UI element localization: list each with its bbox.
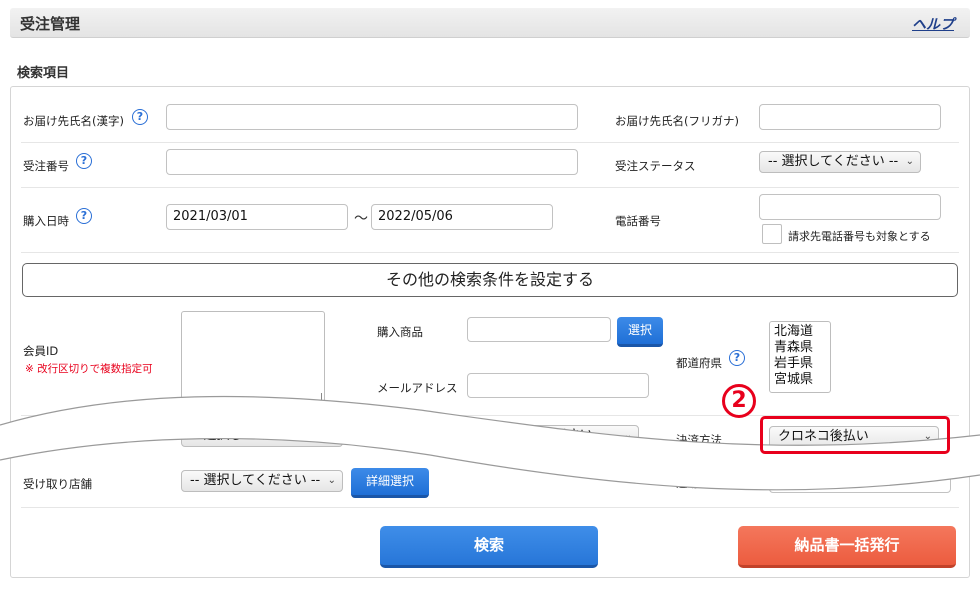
recipient-kanji-label: お届け先氏名(漢字) <box>23 114 124 128</box>
purchase-date-label: 購入日時 <box>23 214 69 228</box>
payment-highlight-box <box>760 416 950 454</box>
search-button[interactable]: 検索 <box>380 526 598 568</box>
hidden-select-2-value: -- 選択してください -- <box>476 428 607 443</box>
order-number-label: 受注番号 <box>23 159 69 173</box>
date-to-input[interactable]: 2022/05/06 <box>371 204 553 230</box>
product-label: 購入商品 <box>377 325 423 339</box>
date-from-input[interactable]: 2021/03/01 <box>166 204 348 230</box>
member-id-note: ※ 改行区切りで複数指定可 <box>25 363 153 375</box>
order-status-value: -- 選択してください -- <box>768 154 899 169</box>
chevron-down-icon: ⌄ <box>623 430 632 441</box>
row-divider <box>21 187 959 188</box>
hidden-label-tail: タス <box>439 430 462 444</box>
prefecture-option[interactable]: 宮城県 <box>774 372 826 388</box>
store-select[interactable]: -- 選択してください -- ⌄ <box>181 470 343 492</box>
row-divider <box>21 252 959 253</box>
search-panel: お届け先氏名(漢字) ? お届け先氏名(フリガナ) 受注番号 ? 受注ステータス… <box>10 86 970 578</box>
help-question-icon[interactable]: ? <box>76 208 92 224</box>
tracking-input[interactable] <box>769 467 951 493</box>
date-range-separator: 〜 <box>354 211 368 227</box>
payment-label: 決済方法 <box>676 433 722 447</box>
help-question-icon[interactable]: ? <box>729 350 745 366</box>
hidden-select-1-value: -- 選択してください -- <box>190 428 321 443</box>
page-header: 受注管理 ヘルプ <box>10 8 970 38</box>
help-question-icon[interactable]: ? <box>76 153 92 169</box>
recipient-kana-input[interactable] <box>759 104 941 130</box>
step-number-badge: 2 <box>722 384 756 418</box>
prefecture-option[interactable]: 北海道 <box>774 324 826 340</box>
prefecture-option[interactable]: 青森県 <box>774 340 826 356</box>
chevron-down-icon: ⌄ <box>905 156 914 167</box>
billing-phone-checkbox-label: 請求先電話番号も対象とする <box>788 230 931 243</box>
hidden-select-1[interactable]: -- 選択してください -- <box>181 425 343 447</box>
phone-label: 電話番号 <box>615 214 661 228</box>
product-select-button[interactable]: 選択 <box>617 317 663 347</box>
section-title: 検索項目 <box>17 66 70 81</box>
resize-grip-icon[interactable] <box>313 393 322 402</box>
more-conditions-button[interactable]: その他の検索条件を設定する <box>22 263 958 297</box>
page-title: 受注管理 <box>20 15 81 33</box>
phone-input[interactable] <box>759 194 941 220</box>
order-status-label: 受注ステータス <box>615 159 696 173</box>
row-divider <box>21 142 959 143</box>
hidden-select-2[interactable]: -- 選択してください -- ⌄ <box>467 425 639 447</box>
email-input[interactable] <box>467 373 649 398</box>
order-status-select[interactable]: -- 選択してください -- ⌄ <box>759 151 921 173</box>
row-divider <box>21 507 959 508</box>
email-label: メールアドレス <box>377 381 458 395</box>
store-select-value: -- 選択してください -- <box>190 473 321 488</box>
recipient-kanji-input[interactable] <box>166 104 578 130</box>
store-detail-button[interactable]: 詳細選択 <box>351 468 429 498</box>
prefecture-option[interactable]: 岩手県 <box>774 356 826 372</box>
order-number-input[interactable] <box>166 149 578 175</box>
help-question-icon[interactable]: ? <box>132 109 148 125</box>
tracking-label: 追跡番号 <box>676 476 722 490</box>
prefecture-label: 都道府県 <box>676 356 722 370</box>
prefecture-listbox[interactable]: 北海道 青森県 岩手県 宮城県 <box>769 321 831 393</box>
recipient-kana-label: お届け先氏名(フリガナ) <box>615 114 739 128</box>
issue-delivery-slip-button[interactable]: 納品書一括発行 <box>738 526 956 568</box>
help-link[interactable]: ヘルプ <box>912 14 954 34</box>
chevron-down-icon: ⌄ <box>327 475 336 486</box>
store-label: 受け取り店舗 <box>23 477 92 491</box>
product-input[interactable] <box>467 317 611 342</box>
member-id-textarea[interactable] <box>181 311 325 405</box>
billing-phone-checkbox[interactable] <box>762 224 782 244</box>
member-id-label: 会員ID <box>23 344 59 358</box>
